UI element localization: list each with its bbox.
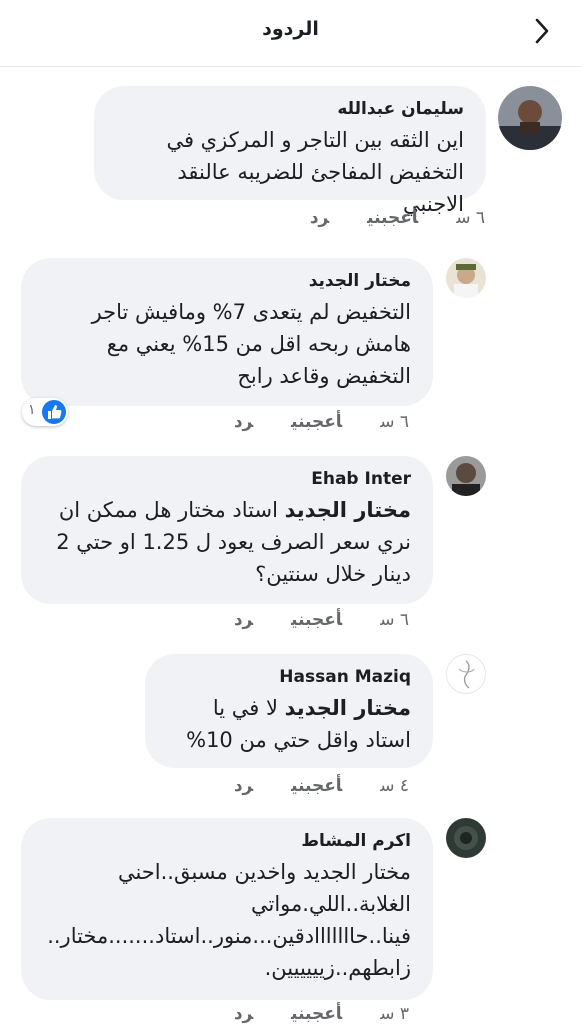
- avatar-photo-icon: [446, 818, 486, 858]
- comment-bubble[interactable]: مختار الجديد التخفيض لم يتعدى 7% ومافيش …: [21, 258, 433, 406]
- avatar[interactable]: [446, 456, 486, 496]
- avatar-photo-icon: [446, 456, 486, 496]
- avatar[interactable]: [498, 86, 562, 150]
- avatar[interactable]: [446, 258, 486, 298]
- comment-author[interactable]: Ehab Inter: [43, 468, 411, 490]
- comment-meta: ٦ س أعجبني رد: [196, 412, 409, 432]
- reaction-count: ١: [28, 402, 36, 418]
- avatar[interactable]: [446, 654, 486, 694]
- avatar-sketch-icon: [447, 655, 485, 693]
- comment-meta: ٦ س أعجبني رد: [272, 208, 485, 228]
- like-link[interactable]: أعجبني: [367, 208, 418, 228]
- reply-link[interactable]: رد: [234, 776, 253, 796]
- comment-bubble[interactable]: سليمان عبدالله اين الثقه بين التاجر و ال…: [94, 86, 486, 216]
- like-link[interactable]: أعجبني: [291, 412, 342, 432]
- comment-time: ٤ س: [380, 776, 409, 796]
- reaction-badge[interactable]: ١: [22, 398, 68, 426]
- like-link[interactable]: أعجبني: [291, 1004, 342, 1024]
- comment-author[interactable]: Hassan Maziq: [167, 666, 411, 688]
- comment-time: ٦ س: [380, 412, 409, 432]
- comment-text: مختار الجديد استاد مختار هل ممكن ان نري …: [43, 494, 411, 590]
- comment-meta: ٤ س أعجبني رد: [196, 776, 409, 796]
- back-chevron-icon[interactable]: [529, 16, 553, 46]
- reply-link[interactable]: رد: [234, 412, 253, 432]
- comment-text: مختار الجديد واخدين مسبق..احني الغلابة..…: [47, 860, 411, 980]
- like-link[interactable]: أعجبني: [291, 776, 342, 796]
- page-title: الردود: [262, 18, 319, 40]
- comment-author[interactable]: مختار الجديد: [43, 270, 411, 292]
- like-thumb-icon: [42, 400, 66, 424]
- comment-meta: ٦ س أعجبني رد: [196, 610, 409, 630]
- comment-bubble[interactable]: اكرم المشاط مختار الجديد واخدين مسبق..اح…: [21, 818, 433, 1000]
- avatar-photo-icon: [498, 86, 562, 150]
- comment-meta: ٣ س أعجبني رد: [196, 1004, 409, 1024]
- reply-link[interactable]: رد: [310, 208, 329, 228]
- top-bar: الردود: [0, 0, 581, 67]
- comment-time: ٣ س: [380, 1004, 409, 1024]
- mention-link[interactable]: مختار الجديد: [285, 498, 411, 522]
- comment-author[interactable]: سليمان عبدالله: [116, 98, 464, 120]
- comment-bubble[interactable]: Ehab Inter مختار الجديد استاد مختار هل م…: [21, 456, 433, 604]
- avatar-photo-icon: [446, 258, 486, 298]
- comment-text: اين الثقه بين التاجر و المركزي في التخفي…: [166, 128, 464, 216]
- avatar[interactable]: [446, 818, 486, 858]
- comment-text: التخفيض لم يتعدى 7% ومافيش تاجر هامش ربح…: [91, 300, 411, 388]
- comment-time: ٦ س: [456, 208, 485, 228]
- comment-bubble[interactable]: Hassan Maziq مختار الجديد لا في يا استاد…: [145, 654, 433, 768]
- reply-link[interactable]: رد: [234, 610, 253, 630]
- mention-link[interactable]: مختار الجديد: [285, 696, 411, 720]
- comment-time: ٦ س: [380, 610, 409, 630]
- reply-link[interactable]: رد: [234, 1004, 253, 1024]
- comment-author[interactable]: اكرم المشاط: [43, 830, 411, 852]
- like-link[interactable]: أعجبني: [291, 610, 342, 630]
- comment-text: مختار الجديد لا في يا استاد واقل حتي من …: [167, 692, 411, 756]
